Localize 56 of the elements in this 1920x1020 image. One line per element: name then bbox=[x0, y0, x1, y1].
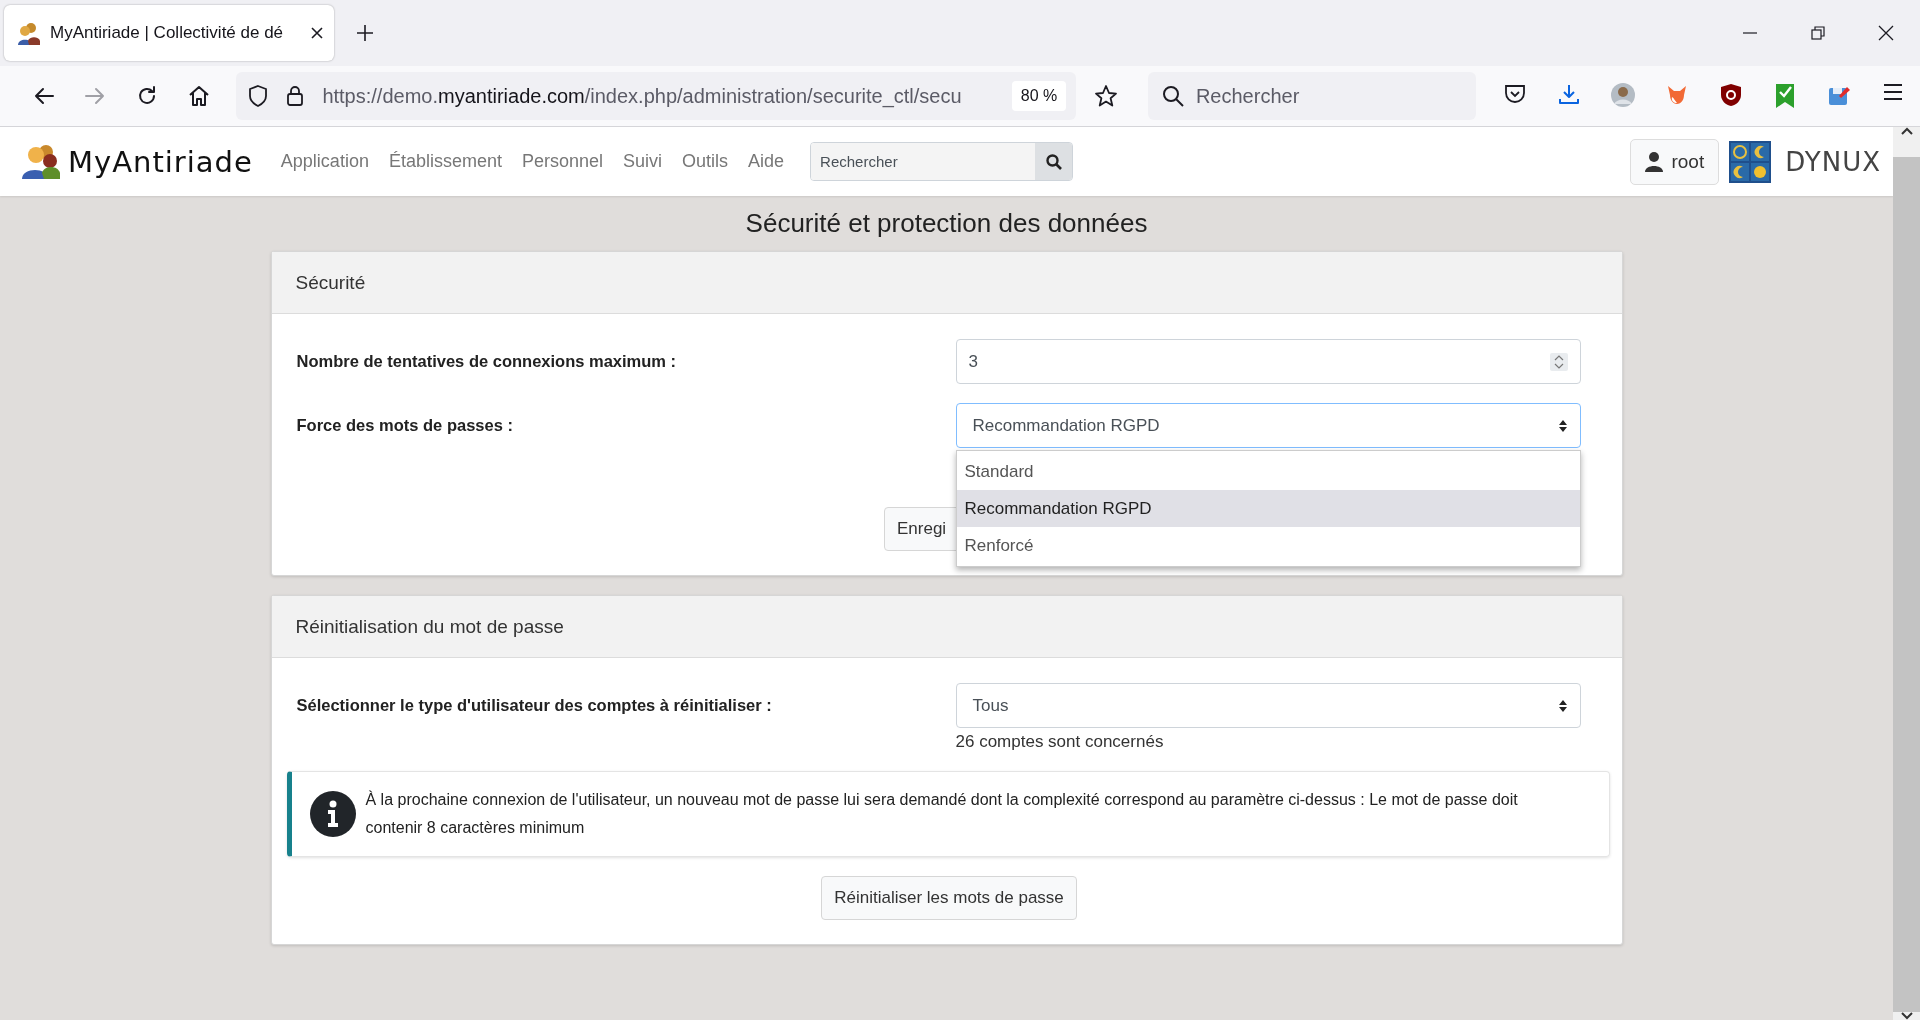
dropdown-option[interactable]: Recommandation RGPD bbox=[956, 490, 1580, 527]
nav-item[interactable]: Aide bbox=[748, 151, 785, 172]
field-label: Sélectionner le type d'utilisateur des comptes à réinitialiser : bbox=[296, 696, 773, 715]
user-button[interactable]: root bbox=[1630, 138, 1720, 185]
affected-count: 26 comptes sont concernés bbox=[955, 732, 1165, 752]
scrollbar[interactable] bbox=[1893, 127, 1920, 1020]
nav-item[interactable]: Établissement bbox=[388, 151, 502, 172]
close-icon[interactable] bbox=[1878, 25, 1894, 41]
bookmark-check-icon[interactable] bbox=[1774, 83, 1795, 109]
menu-icon[interactable] bbox=[1882, 83, 1903, 101]
search-icon bbox=[1161, 85, 1184, 107]
shield-icon[interactable] bbox=[248, 85, 269, 107]
zoom-level[interactable]: 80 % bbox=[1011, 81, 1067, 111]
card-title: Sécurité bbox=[295, 271, 366, 294]
info-icon bbox=[309, 791, 356, 837]
new-tab-icon[interactable] bbox=[356, 24, 374, 42]
select-field[interactable]: Tous bbox=[955, 683, 1581, 728]
page-title: Sécurité et protection des données bbox=[745, 208, 1148, 239]
nav-item[interactable]: Personnel bbox=[521, 151, 604, 172]
sort-icon bbox=[1557, 698, 1568, 713]
select-field[interactable]: Recommandation RGPD bbox=[955, 403, 1581, 448]
nav-item[interactable]: Outils bbox=[682, 151, 729, 172]
field-label: Nombre de tentatives de connexions maximum : bbox=[296, 352, 678, 371]
star-icon[interactable] bbox=[1094, 84, 1119, 108]
info-text: À la prochaine connexion de l'utilisateur, un nouveau mot de passe lui sera demandé dont la complexité correspond au paramètre ci-dessus : Le mot de passe doit contenir 8 caractères minimum bbox=[365, 789, 1519, 838]
reset-button[interactable]: Réinitialiser les mots de passe bbox=[821, 876, 1077, 920]
home-icon[interactable] bbox=[187, 85, 210, 107]
nav-item[interactable]: Suivi bbox=[623, 151, 663, 172]
scroll-down-icon[interactable] bbox=[1900, 1012, 1913, 1020]
download-icon[interactable] bbox=[1557, 83, 1580, 105]
avatar-icon[interactable] bbox=[1610, 83, 1635, 107]
nav-item[interactable]: Application bbox=[280, 151, 369, 172]
address-bar[interactable]: https://demo.myantiriade.com/index.php/administration/securite_ctl/secu 80 % bbox=[236, 72, 1077, 120]
dropdown-option[interactable]: Standard bbox=[956, 453, 1580, 490]
browser-search-field[interactable]: Rechercher bbox=[1147, 72, 1476, 120]
sort-icon bbox=[1557, 418, 1568, 433]
scroll-up-icon[interactable] bbox=[1900, 127, 1913, 135]
reload-icon[interactable] bbox=[136, 85, 158, 107]
url-text: https://demo.myantiriade.com/index.php/administration/securite_ctl/secu bbox=[322, 84, 963, 108]
card-title: Réinitialisation du mot de passe bbox=[295, 615, 564, 638]
partner-name: DYNUX bbox=[1785, 146, 1881, 177]
logo-icon bbox=[20, 142, 60, 181]
spinner-icon[interactable] bbox=[1549, 352, 1568, 371]
people-icon bbox=[16, 21, 40, 45]
number-field[interactable]: 3 bbox=[955, 339, 1581, 384]
partner-logo-icon bbox=[1729, 140, 1772, 183]
shield-icon[interactable] bbox=[1719, 83, 1742, 107]
brand-name[interactable]: MyAntiriade bbox=[68, 144, 253, 179]
field-label: Force des mots de passes : bbox=[296, 416, 514, 435]
pocket-icon[interactable] bbox=[1503, 83, 1526, 105]
restore-icon[interactable] bbox=[1811, 26, 1825, 40]
user-icon bbox=[1645, 151, 1664, 172]
back-icon[interactable] bbox=[32, 85, 55, 107]
lock-icon[interactable] bbox=[286, 85, 305, 107]
close-icon[interactable] bbox=[310, 26, 324, 40]
browser-tab[interactable]: MyAntiriade | Collectivité de dé bbox=[4, 5, 334, 61]
